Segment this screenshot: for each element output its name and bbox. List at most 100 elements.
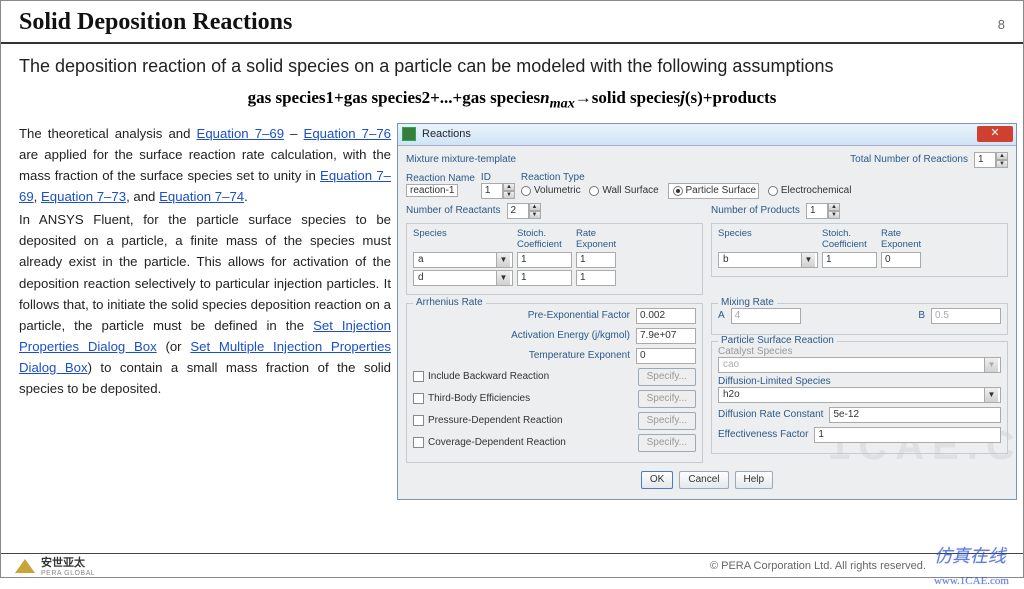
chk-backward[interactable]: Include Backward Reaction — [413, 371, 549, 382]
intro-text: The deposition reaction of a solid speci… — [1, 44, 1023, 82]
species-header: Species — [718, 228, 818, 250]
formula-max: max — [550, 96, 575, 112]
formula-p1: gas species1+gas species2+...+gas specie… — [248, 88, 541, 107]
reactant-species-select[interactable]: d▼ — [413, 270, 513, 286]
rateexp-header: Rate Exponent — [576, 228, 626, 250]
reactant-species-select[interactable]: a▼ — [413, 252, 513, 268]
num-reactants-label: Number of Reactants — [406, 205, 501, 216]
product-stoich-input[interactable]: 1 — [822, 252, 877, 268]
reactants-group: Species Stoich. Coefficient Rate Exponen… — [406, 223, 703, 295]
actene-input[interactable]: 7.9e+07 — [636, 328, 696, 344]
reaction-name-input[interactable]: reaction-1 — [406, 184, 458, 197]
formula-n: n — [540, 88, 549, 107]
psr-label: Particle Surface Reaction — [718, 335, 837, 346]
para2a: In ANSYS Fluent, for the particle surfac… — [19, 212, 391, 333]
brand-en: PERA GLOBAL — [41, 570, 95, 577]
preexp-label: Pre-Exponential Factor — [528, 310, 630, 321]
particle-surface-group: Particle Surface Reaction Catalyst Speci… — [711, 341, 1008, 454]
diff-label: Diffusion-Limited Species — [718, 376, 1001, 387]
slide: Solid Deposition Reactions 8 The deposit… — [0, 0, 1024, 578]
chk-pressure[interactable]: Pressure-Dependent Reaction — [413, 415, 563, 426]
reactant-stoich-input[interactable]: 1 — [517, 252, 572, 268]
catalyst-select: cao▼ — [718, 357, 1001, 373]
formula-p2: →solid species — [575, 88, 680, 107]
brand-cn: 安世亚太 — [41, 554, 95, 570]
watermark-stamp: 仿真在线 www.1CAE.com — [934, 542, 1009, 589]
reactant-stoich-input[interactable]: 1 — [517, 270, 572, 286]
tempexp-label: Temperature Exponent — [529, 350, 630, 361]
mixB-input: 0.5 — [931, 308, 1001, 324]
link-eq-7-74[interactable]: Equation 7–74 — [159, 189, 244, 204]
rateexp-header: Rate Exponent — [881, 228, 931, 250]
header: Solid Deposition Reactions 8 — [1, 1, 1023, 44]
catalyst-label: Catalyst Species — [718, 346, 1001, 357]
reactant-row: a▼ 1 1 — [413, 252, 696, 268]
radio-wall-surface[interactable]: Wall Surface — [589, 185, 658, 196]
mixA-input: 4 — [731, 308, 801, 324]
dialog-title: Reactions — [422, 128, 471, 140]
stoich-header: Stoich. Coefficient — [822, 228, 877, 250]
reactant-rate-input[interactable]: 1 — [576, 252, 616, 268]
link-eq-7-69[interactable]: Equation 7–69 — [197, 126, 284, 141]
specify-backward-button: Specify... — [638, 368, 696, 386]
logo-triangle-icon — [15, 559, 35, 573]
copyright: © PERA Corporation Ltd. All rights reser… — [710, 560, 926, 572]
num-products-label: Number of Products — [711, 205, 800, 216]
species-header: Species — [413, 228, 513, 250]
arrhenius-group: Arrhenius Rate Pre-Exponential Factor 0.… — [406, 303, 703, 463]
reaction-name-label: Reaction Name — [406, 173, 475, 184]
total-reactions-spinner[interactable]: 1▲▼ — [974, 152, 1008, 168]
chk-coverage[interactable]: Coverage-Dependent Reaction — [413, 437, 566, 448]
products-group: Species Stoich. Coefficient Rate Exponen… — [711, 223, 1008, 277]
reactant-rate-input[interactable]: 1 — [576, 270, 616, 286]
mixing-rate-group: Mixing Rate A 4 B 0.5 — [711, 303, 1008, 335]
stoich-header: Stoich. Coefficient — [517, 228, 572, 250]
reactant-row: d▼ 1 1 — [413, 270, 696, 286]
diffrate-label: Diffusion Rate Constant — [718, 409, 823, 420]
link-eq-7-73[interactable]: Equation 7–73 — [41, 189, 126, 204]
specify-pressure-button: Specify... — [638, 412, 696, 430]
reactions-dialog: Reactions ✕ 1CAE.COM Mixture mixture-tem… — [397, 123, 1017, 500]
reaction-type-label: Reaction Type — [521, 172, 1008, 183]
id-label: ID — [481, 172, 515, 183]
footer: 安世亚太 PERA GLOBAL © PERA Corporation Ltd.… — [1, 553, 1023, 577]
radio-volumetric[interactable]: Volumetric — [521, 185, 581, 196]
link-eq-7-76[interactable]: Equation 7–76 — [304, 126, 391, 141]
id-spinner[interactable]: 1▲▼ — [481, 183, 515, 199]
diff-select[interactable]: h2o▼ — [718, 387, 1001, 403]
close-icon[interactable]: ✕ — [977, 126, 1013, 142]
eff-input[interactable]: 1 — [814, 427, 1001, 443]
ok-button[interactable]: OK — [641, 471, 673, 489]
chk-thirdbody[interactable]: Third-Body Efficiencies — [413, 393, 530, 404]
brand-logo: 安世亚太 PERA GLOBAL — [15, 554, 95, 577]
body-text: The theoretical analysis and Equation 7–… — [19, 123, 391, 500]
product-species-select[interactable]: b▼ — [718, 252, 818, 268]
total-reactions-label: Total Number of Reactions — [850, 154, 968, 165]
page-number: 8 — [998, 17, 1005, 32]
equation-schematic: gas species1+gas species2+...+gas specie… — [1, 82, 1023, 122]
mixB-label: B — [918, 310, 925, 321]
cancel-button[interactable]: Cancel — [679, 471, 728, 489]
num-products-spinner[interactable]: 1▲▼ — [806, 203, 840, 219]
product-row: b▼ 1 0 — [718, 252, 1001, 268]
specify-thirdbody-button: Specify... — [638, 390, 696, 408]
product-rate-input[interactable]: 0 — [881, 252, 921, 268]
mixture-label: Mixture mixture-template — [406, 154, 516, 165]
mixing-label: Mixing Rate — [718, 297, 777, 308]
eff-label: Effectiveness Factor — [718, 429, 808, 440]
radio-particle-surface[interactable]: Particle Surface — [668, 183, 760, 199]
dialog-titlebar[interactable]: Reactions ✕ — [398, 124, 1016, 146]
specify-coverage-button: Specify... — [638, 434, 696, 452]
help-button[interactable]: Help — [735, 471, 774, 489]
para1a: The theoretical analysis and — [19, 126, 197, 141]
arrhenius-label: Arrhenius Rate — [413, 297, 486, 308]
num-reactants-spinner[interactable]: 2▲▼ — [507, 203, 541, 219]
mixA-label: A — [718, 310, 725, 321]
page-title: Solid Deposition Reactions — [19, 9, 292, 36]
preexp-input[interactable]: 0.002 — [636, 308, 696, 324]
radio-electrochemical[interactable]: Electrochemical — [768, 185, 852, 196]
formula-p3: (s)+products — [685, 88, 777, 107]
diffrate-input[interactable]: 5e-12 — [829, 407, 1001, 423]
actene-label: Activation Energy (j/kgmol) — [511, 330, 630, 341]
tempexp-input[interactable]: 0 — [636, 348, 696, 364]
